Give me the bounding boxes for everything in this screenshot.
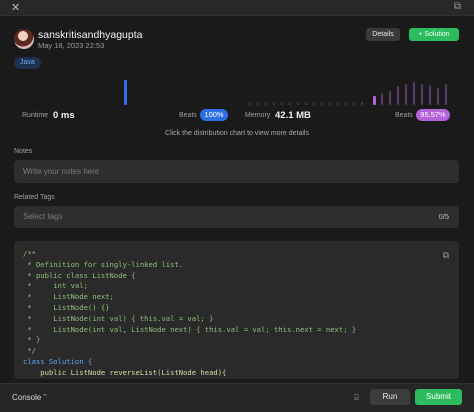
- memory-bar: [413, 82, 415, 105]
- code-line: /**: [23, 249, 36, 258]
- memory-bar: [281, 103, 283, 105]
- code-block[interactable]: ⧉ /** * Definition for singly-linked lis…: [14, 241, 459, 379]
- runtime-bar: [124, 80, 127, 105]
- memory-beats-badge: 95.57%: [416, 109, 450, 121]
- language-tag: Java: [14, 57, 41, 69]
- runtime-beats-badge: 100%: [200, 109, 228, 121]
- bottom-bar: Console ⌃ ⌸ Run Submit: [0, 383, 474, 412]
- memory-bar: [381, 93, 383, 105]
- runtime-value: 0 ms: [53, 110, 75, 121]
- memory-value: 42.1 MB: [275, 110, 311, 121]
- code-line: * int val;: [23, 281, 88, 291]
- memory-bar: [313, 103, 315, 105]
- code-text: /** * Definition for singly-linked list.…: [23, 249, 356, 379]
- avatar[interactable]: [14, 29, 34, 49]
- memory-bar: [337, 103, 339, 105]
- runtime-label: Runtime: [22, 112, 49, 119]
- related-tags-label: Related Tags: [14, 194, 55, 201]
- code-line: * ListNode() {}: [23, 302, 110, 312]
- copy-icon[interactable]: ⧉: [443, 250, 449, 261]
- memory-bar: [273, 103, 275, 105]
- chart-hint: Click the distribution chart to view mor…: [165, 130, 309, 137]
- code-line: */: [23, 346, 36, 356]
- code-line: * Definition for singly-linked list.: [23, 259, 184, 269]
- submit-button[interactable]: Submit: [415, 389, 462, 405]
- memory-bar: [353, 103, 355, 105]
- code-line: * public class ListNode {: [23, 270, 136, 280]
- runtime-beats-label: Beats: [179, 112, 197, 119]
- open-external-icon[interactable]: ⧉: [454, 1, 461, 12]
- memory-bar: [257, 103, 259, 105]
- memory-bar: [361, 102, 363, 105]
- solution-button[interactable]: + Solution: [409, 28, 459, 41]
- memory-bar: [437, 88, 439, 105]
- memory-bar: [445, 84, 447, 105]
- memory-bar: [373, 96, 376, 105]
- solution-button-label: Solution: [424, 31, 450, 38]
- plus-icon: +: [418, 31, 423, 38]
- debug-icon[interactable]: ⌸: [354, 393, 359, 403]
- memory-bar: [289, 103, 291, 105]
- chevron-up-icon[interactable]: ⌃: [42, 393, 48, 401]
- memory-bar: [249, 103, 251, 105]
- memory-bar: [421, 84, 423, 105]
- memory-bar: [345, 103, 347, 105]
- submission-date: May 18, 2023 22:53: [38, 41, 105, 50]
- notes-placeholder: Write your notes here: [23, 167, 100, 176]
- memory-label: Memory: [245, 112, 271, 119]
- code-line: * ListNode next;: [23, 292, 114, 302]
- memory-bar: [405, 84, 407, 105]
- top-bar: ✕ ⧉: [0, 0, 474, 16]
- memory-bar: [429, 85, 431, 105]
- console-toggle[interactable]: Console: [12, 393, 41, 402]
- tags-select[interactable]: Select tags 0/5: [14, 206, 459, 228]
- username[interactable]: sanskritisandhyagupta: [38, 29, 142, 41]
- memory-bar: [397, 86, 399, 105]
- memory-bar: [321, 103, 323, 105]
- notes-input[interactable]: Write your notes here: [14, 160, 459, 183]
- memory-bar: [265, 103, 267, 105]
- memory-beats-label: Beats: [395, 112, 413, 119]
- tags-count: 0/5: [438, 212, 449, 221]
- code-line: * ListNode(int val) { this.val = val; }: [23, 313, 214, 323]
- memory-bar: [305, 103, 307, 105]
- code-line: * ListNode(int val, ListNode next) { thi…: [23, 324, 357, 334]
- close-icon[interactable]: ✕: [11, 1, 20, 14]
- code-line: public ListNode reverseList(ListNode hea…: [23, 367, 227, 377]
- memory-bar: [297, 103, 299, 105]
- memory-bar: [329, 103, 331, 105]
- details-button[interactable]: Details: [366, 28, 400, 41]
- code-line: * }: [23, 335, 41, 345]
- run-button[interactable]: Run: [370, 389, 410, 405]
- notes-label: Notes: [14, 148, 33, 155]
- tags-placeholder: Select tags: [23, 212, 63, 221]
- memory-bar: [389, 91, 391, 105]
- code-line: class Solution {: [23, 356, 93, 366]
